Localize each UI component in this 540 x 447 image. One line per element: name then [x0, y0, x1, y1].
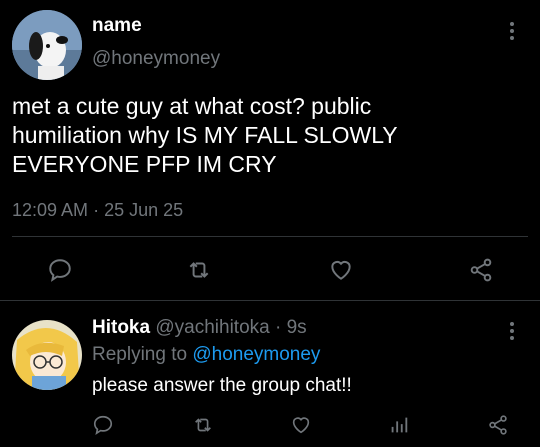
replying-to-label: Replying to — [92, 344, 188, 365]
tweet-date: 25 Jun 25 — [104, 200, 184, 220]
share-icon[interactable] — [487, 414, 509, 436]
display-name[interactable]: name — [92, 15, 142, 37]
retweet-icon[interactable] — [192, 414, 214, 436]
tweet-timestamp: 12:09 AM · 25 Jun 25 — [12, 200, 183, 221]
replying-to: Replying to @honeymoney — [92, 344, 320, 366]
divider — [0, 300, 540, 301]
reply-icon[interactable] — [47, 257, 73, 283]
more-options-icon[interactable] — [510, 22, 514, 43]
like-icon[interactable] — [290, 414, 312, 436]
reply-handle[interactable]: @yachihitoka — [155, 317, 269, 338]
snoopy-avatar-image — [12, 10, 82, 80]
divider — [12, 236, 528, 237]
anime-avatar-image — [12, 320, 82, 390]
separator-dot: · — [93, 200, 100, 220]
separator-dot: · — [274, 317, 282, 338]
reply-text: please answer the group chat!! — [92, 375, 352, 396]
reply-avatar[interactable] — [12, 320, 82, 390]
reply-display-name[interactable]: Hitoka — [92, 317, 150, 338]
replying-to-link[interactable]: @honeymoney — [192, 344, 320, 365]
reply-header: Hitoka @yachihitoka · 9s — [92, 317, 307, 339]
avatar[interactable] — [12, 10, 82, 80]
share-icon[interactable] — [468, 257, 494, 283]
tweet-text: met a cute guy at what cost? public humi… — [12, 93, 398, 177]
like-icon[interactable] — [328, 257, 354, 283]
reply-age: 9s — [286, 317, 307, 338]
tweet-time: 12:09 AM — [12, 200, 89, 220]
reply-icon[interactable] — [92, 414, 114, 436]
user-handle[interactable]: @honeymoney — [92, 48, 220, 70]
more-options-icon[interactable] — [510, 322, 514, 343]
retweet-icon[interactable] — [185, 257, 213, 283]
analytics-icon[interactable] — [388, 414, 410, 436]
